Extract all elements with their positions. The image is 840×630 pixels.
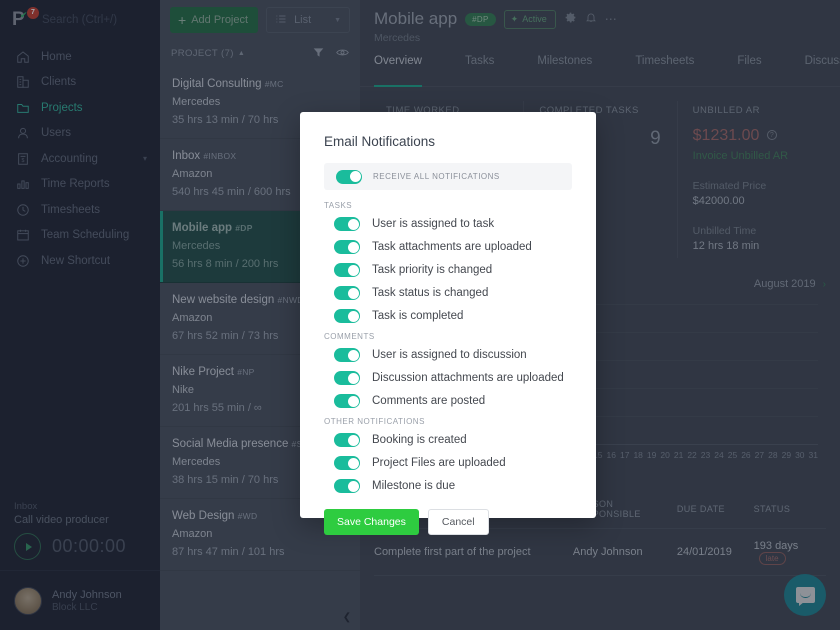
receive-all-notifications-row[interactable]: RECEIVE ALL NOTIFICATIONS [324,163,572,190]
option-label: Project Files are uploaded [372,457,506,469]
option-label: Task priority is changed [372,264,493,276]
option-task-completed[interactable]: Task is completed [324,309,572,323]
group-label-comments: COMMENTS [324,332,375,341]
toggle-icon[interactable] [334,479,360,493]
option-label: Booking is created [372,434,467,446]
group-label-other: OTHER NOTIFICATIONS [324,417,425,426]
option-task-status-changed[interactable]: Task status is changed [324,286,572,300]
modal-actions: Save Changes Cancel [324,509,572,535]
toggle-icon[interactable] [334,263,360,277]
option-label: User is assigned to discussion [372,349,527,361]
save-button[interactable]: Save Changes [324,509,419,535]
option-label: Task status is changed [372,287,489,299]
option-discussion-attachments-uploaded[interactable]: Discussion attachments are uploaded [324,371,572,385]
option-label: Milestone is due [372,480,456,492]
group-label-tasks: TASKS [324,201,353,210]
toggle-receive-all[interactable] [336,169,362,184]
app-root: P ✔ 7 Home [0,0,840,630]
toggle-icon[interactable] [334,394,360,408]
toggle-icon[interactable] [334,433,360,447]
option-project-files-uploaded[interactable]: Project Files are uploaded [324,456,572,470]
toggle-icon[interactable] [334,309,360,323]
option-comments-posted[interactable]: Comments are posted [324,394,572,408]
option-label: Discussion attachments are uploaded [372,372,564,384]
toggle-icon[interactable] [334,217,360,231]
toggle-icon[interactable] [334,371,360,385]
option-booking-created[interactable]: Booking is created [324,433,572,447]
toggle-icon[interactable] [334,456,360,470]
toggle-icon[interactable] [334,286,360,300]
option-label: Task attachments are uploaded [372,241,532,253]
option-user-assigned-to-discussion[interactable]: User is assigned to discussion [324,348,572,362]
modal-title: Email Notifications [324,134,436,149]
receive-all-label: RECEIVE ALL NOTIFICATIONS [373,172,500,181]
option-task-priority-changed[interactable]: Task priority is changed [324,263,572,277]
toggle-icon[interactable] [334,240,360,254]
option-label: Task is completed [372,310,464,322]
option-label: User is assigned to task [372,218,495,230]
option-label: Comments are posted [372,395,486,407]
email-notifications-modal: Email Notifications RECEIVE ALL NOTIFICA… [300,112,596,535]
option-milestone-due[interactable]: Milestone is due [324,479,572,493]
option-user-assigned-to-task[interactable]: User is assigned to task [324,217,572,231]
option-task-attachments-uploaded[interactable]: Task attachments are uploaded [324,240,572,254]
cancel-button[interactable]: Cancel [427,509,489,535]
toggle-icon[interactable] [334,348,360,362]
